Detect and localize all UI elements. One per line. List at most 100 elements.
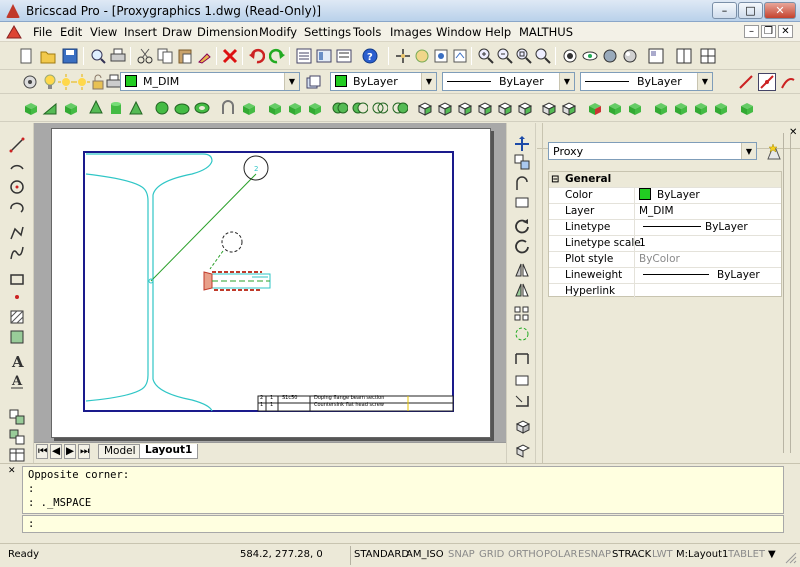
cone-solid-icon[interactable] xyxy=(88,100,104,116)
draw-line-icon[interactable] xyxy=(738,74,754,90)
cube-solid-icon[interactable] xyxy=(62,100,78,116)
status-lwt[interactable]: LWT xyxy=(652,549,673,560)
lineweight-select[interactable]: ByLayer ▼ xyxy=(580,72,713,91)
cut-icon[interactable] xyxy=(137,48,153,64)
status-menu-arrow[interactable]: ▼ xyxy=(768,549,776,560)
status-dim-style[interactable]: AM_ISO xyxy=(406,549,444,560)
rotate-icon[interactable] xyxy=(514,218,530,234)
spline-icon[interactable] xyxy=(780,74,796,90)
copy-faces-icon[interactable] xyxy=(540,100,556,116)
status-grid[interactable]: GRID xyxy=(479,549,504,560)
match-properties-icon[interactable] xyxy=(197,48,213,64)
property-row-plot-style[interactable]: Plot style ByColor xyxy=(549,252,781,268)
visibility-eye-icon[interactable] xyxy=(582,48,598,64)
box-solid-icon[interactable] xyxy=(22,100,38,116)
menu-settings[interactable]: Settings xyxy=(304,25,351,39)
layer-thaw-viewport-icon[interactable] xyxy=(74,74,90,90)
property-row-color[interactable]: Color ByLayer xyxy=(549,188,781,204)
tab-layout1[interactable]: Layout1 xyxy=(139,444,199,459)
extrude-faces-icon[interactable] xyxy=(416,100,432,116)
extend-icon[interactable] xyxy=(514,372,530,388)
point-icon[interactable] xyxy=(9,289,25,305)
status-esnap[interactable]: ESNAP xyxy=(578,549,611,560)
regen-icon[interactable] xyxy=(452,48,468,64)
status-snap[interactable]: SNAP xyxy=(448,549,475,560)
union-icon[interactable] xyxy=(332,100,348,116)
pan-realtime-icon[interactable] xyxy=(414,48,430,64)
delete-faces-icon[interactable] xyxy=(476,100,492,116)
make-block-icon[interactable] xyxy=(9,429,25,445)
extrude-icon[interactable] xyxy=(220,100,236,116)
polyline-icon[interactable] xyxy=(758,73,776,91)
object-type-select[interactable]: Proxy ▼ xyxy=(548,142,757,160)
color-faces-icon[interactable] xyxy=(560,100,576,116)
collapse-icon[interactable]: ⊟ xyxy=(551,172,559,187)
command-input[interactable]: : xyxy=(22,515,784,533)
layer-previous-icon[interactable] xyxy=(305,74,321,90)
quick-select-icon[interactable] xyxy=(764,143,782,161)
status-polar[interactable]: POLAR xyxy=(544,549,578,560)
insert-block-icon[interactable] xyxy=(9,409,25,425)
cylinder-solid-icon[interactable] xyxy=(108,100,124,116)
print-icon[interactable] xyxy=(110,48,126,64)
region-icon[interactable] xyxy=(9,329,25,345)
property-row-layer[interactable]: Layer M_DIM xyxy=(549,204,781,220)
copy-edges-icon[interactable] xyxy=(586,100,602,116)
shade-icon[interactable] xyxy=(602,48,618,64)
layer-unlock-icon[interactable] xyxy=(90,74,106,90)
layer-on-bulb-icon[interactable] xyxy=(42,74,58,90)
menu-edit[interactable]: Edit xyxy=(60,25,82,39)
mdi-close-button[interactable]: ✕ xyxy=(778,25,793,38)
menu-file[interactable]: File xyxy=(33,25,52,39)
copy-icon[interactable] xyxy=(157,48,173,64)
multiline-text-icon[interactable]: A xyxy=(9,373,25,389)
arc-icon[interactable] xyxy=(9,155,25,171)
status-ortho[interactable]: ORTHO xyxy=(508,549,544,560)
render-icon[interactable] xyxy=(622,48,638,64)
help-icon[interactable]: ? xyxy=(362,48,378,64)
check-solid-icon[interactable] xyxy=(692,100,708,116)
dish-solid-icon[interactable] xyxy=(174,100,190,116)
taper-faces-icon[interactable] xyxy=(516,100,532,116)
trim-icon[interactable] xyxy=(514,350,530,366)
tab-model[interactable]: Model xyxy=(98,444,142,459)
ellipse-arc-icon[interactable] xyxy=(9,199,25,215)
mirror-3d-icon[interactable] xyxy=(514,282,530,298)
tab-prev-button[interactable]: ◀ xyxy=(50,444,62,459)
layer-settings-icon[interactable] xyxy=(22,74,38,90)
menu-modify[interactable]: Modify xyxy=(259,25,297,39)
offset-faces-icon[interactable] xyxy=(456,100,472,116)
panel-splitter[interactable] xyxy=(783,133,791,453)
linetype-select[interactable]: ByLayer ▼ xyxy=(442,72,575,91)
mdi-restore-button[interactable]: ❐ xyxy=(761,25,776,38)
maximize-button[interactable]: □ xyxy=(738,2,763,19)
named-views-icon[interactable] xyxy=(648,48,664,64)
mdi-minimize-button[interactable]: – xyxy=(744,25,759,38)
rotate-3d-icon[interactable] xyxy=(514,238,530,254)
status-text-style[interactable]: STANDARD xyxy=(354,549,409,560)
paste-icon[interactable] xyxy=(177,48,193,64)
polyline-draw-icon[interactable] xyxy=(9,225,25,241)
layer-thaw-sun-icon[interactable] xyxy=(58,74,74,90)
layer-manager-icon[interactable] xyxy=(336,48,352,64)
section-general[interactable]: ⊟ General xyxy=(549,172,781,188)
line-icon[interactable] xyxy=(9,137,25,153)
rotate-faces-icon[interactable] xyxy=(496,100,512,116)
menu-dimension[interactable]: Dimension xyxy=(197,25,258,39)
move-icon[interactable] xyxy=(514,136,530,152)
wedge-solid-icon[interactable] xyxy=(42,100,58,116)
table-icon[interactable] xyxy=(9,447,25,463)
slice-icon[interactable] xyxy=(266,100,282,116)
delete-icon[interactable] xyxy=(222,48,238,64)
drawing-canvas[interactable]: 2 xyxy=(52,129,492,439)
circle-icon[interactable] xyxy=(9,179,25,195)
tab-first-button[interactable]: ⏮ xyxy=(36,444,48,459)
chamfer-icon[interactable] xyxy=(514,442,530,458)
status-tablet[interactable]: TABLET xyxy=(728,549,765,560)
spline-draw-icon[interactable] xyxy=(9,245,25,261)
menu-tools[interactable]: Tools xyxy=(353,25,381,39)
close-button[interactable]: ✕ xyxy=(764,2,796,19)
layer-select[interactable]: M_DIM ▼ xyxy=(120,72,300,91)
property-row-lineweight[interactable]: Lineweight ByLayer xyxy=(549,268,781,284)
property-row-linetype-scale[interactable]: Linetype scale 1 xyxy=(549,236,781,252)
